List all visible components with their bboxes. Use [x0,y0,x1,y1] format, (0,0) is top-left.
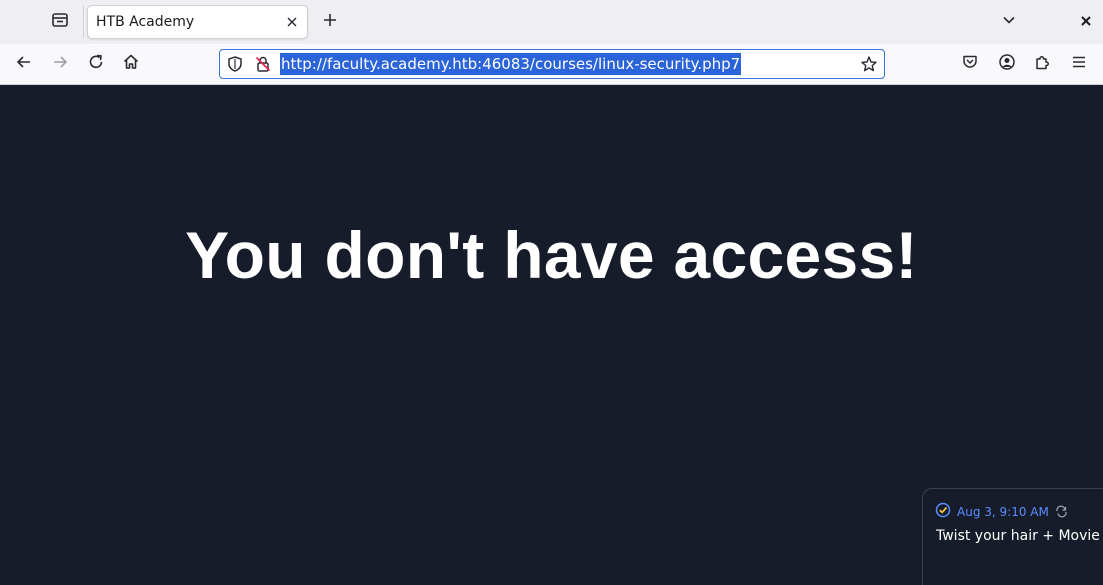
insecure-lock-icon[interactable] [254,55,272,73]
address-bar[interactable]: http://faculty.academy.htb:46083/courses… [219,49,885,79]
access-denied-heading: You don't have access! [185,218,918,292]
new-tab-button[interactable] [316,8,344,36]
repeat-icon [1055,503,1068,522]
tab-list-icon [51,11,69,33]
tab-title: HTB Academy [96,14,195,30]
app-menu-button[interactable] [1065,50,1093,78]
tab-separator [83,6,84,38]
tab-list-button[interactable] [40,6,80,38]
notification-card[interactable]: Aug 3, 9:10 AM Twist your hair + Movie [… [922,488,1103,585]
pocket-button[interactable] [956,50,984,78]
notification-text: Twist your hair + Movie [e [936,528,1103,544]
star-icon[interactable] [860,55,878,73]
url-text[interactable]: http://faculty.academy.htb:46083/courses… [280,53,742,75]
home-button[interactable] [117,50,145,78]
browser-tab[interactable]: HTB Academy [87,5,308,39]
account-button[interactable] [993,50,1021,78]
window-close-icon [1079,13,1093,32]
menu-icon [1070,53,1088,75]
extensions-button[interactable] [1029,50,1057,78]
plus-icon [322,12,338,32]
pocket-icon [961,53,979,75]
forward-button[interactable] [46,50,74,78]
navigation-toolbar: http://faculty.academy.htb:46083/courses… [0,44,1103,85]
shield-icon[interactable] [226,55,244,73]
reload-icon [87,53,105,75]
back-button[interactable] [10,50,38,78]
notification-header: Aug 3, 9:10 AM [935,502,1068,522]
window-close-button[interactable] [1074,8,1098,36]
home-icon [122,53,140,75]
forward-arrow-icon [51,53,69,75]
notification-time: Aug 3, 9:10 AM [957,505,1049,519]
reload-button[interactable] [82,50,110,78]
extensions-icon [1034,53,1052,75]
chevron-down-icon [1001,12,1017,32]
check-circle-icon [935,502,951,522]
back-arrow-icon [15,53,33,75]
tab-strip: HTB Academy [0,0,1103,44]
account-icon [998,53,1016,75]
close-icon[interactable] [283,13,301,31]
list-all-tabs-button[interactable] [996,8,1022,36]
